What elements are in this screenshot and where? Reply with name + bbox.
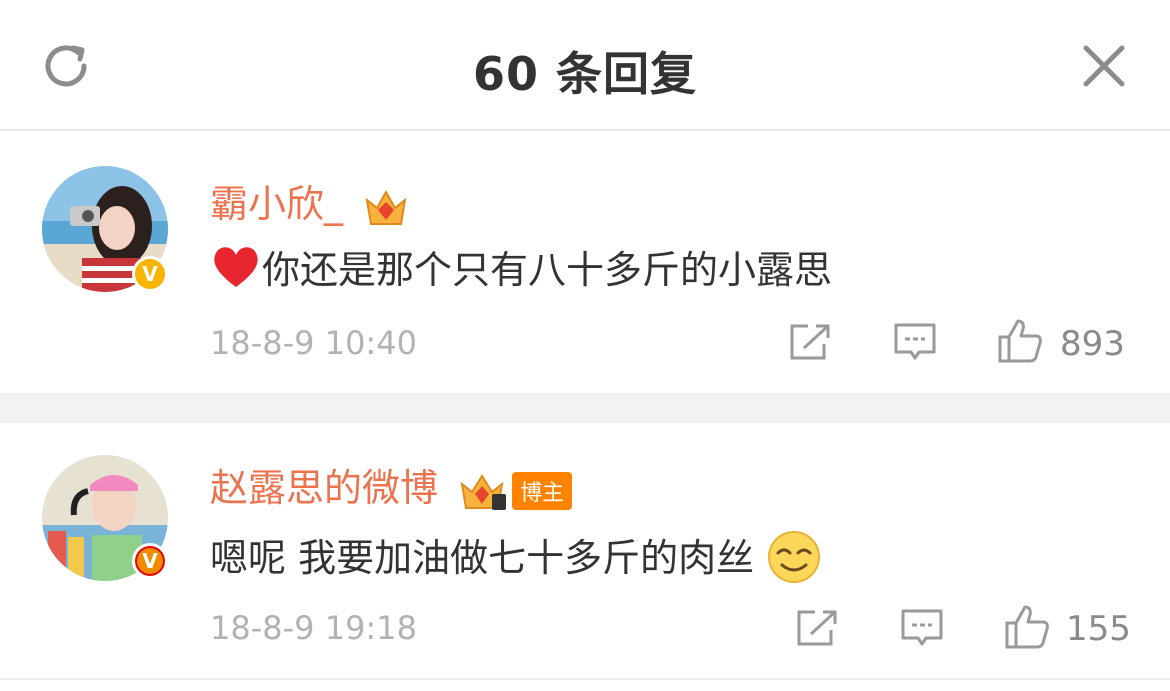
- smile-emoji-icon: [768, 531, 821, 583]
- username-text[interactable]: 赵露思的微博: [210, 466, 438, 510]
- comment-icon[interactable]: [893, 322, 937, 364]
- comment-text-content: 嗯呢 我要加油做七十多斤的肉丝: [210, 536, 755, 580]
- close-icon[interactable]: [1082, 44, 1126, 88]
- username-text[interactable]: 霸小欣_: [210, 182, 343, 226]
- comment-text-content: 你还是那个只有八十多斤的小露思: [262, 248, 833, 292]
- author-tag: 博主: [512, 471, 573, 510]
- comment-icon[interactable]: [900, 608, 944, 650]
- divider: [0, 678, 1170, 680]
- like-count: 155: [1066, 609, 1131, 649]
- like-icon[interactable]: [996, 317, 1044, 365]
- verified-badge-icon: V: [132, 543, 168, 579]
- verified-badge-icon: V: [132, 256, 168, 292]
- comment-time: 18-8-9 10:40: [210, 324, 417, 362]
- page-title: 60 条回复: [472, 47, 698, 101]
- divider: [0, 393, 1170, 423]
- dialog-header: 60 条回复: [0, 0, 1170, 131]
- like-count: 893: [1060, 324, 1125, 364]
- comment-username[interactable]: 霸小欣_: [210, 173, 409, 228]
- comment-item: V 赵露思的微博 博主 嗯呢 我要加油做七十多斤的肉丝 18-8-9 19:18…: [0, 423, 1170, 691]
- comment-text: 嗯呢 我要加油做七十多斤的肉丝: [210, 527, 822, 585]
- repost-icon[interactable]: [788, 322, 832, 362]
- crown-icon: [365, 189, 407, 225]
- comment-time: 18-8-9 19:18: [210, 609, 417, 647]
- comment-text: 你还是那个只有八十多斤的小露思: [210, 239, 832, 294]
- heart-icon: [214, 247, 258, 287]
- comment-username[interactable]: 赵露思的微博 博主: [210, 457, 573, 512]
- comment-item: V 霸小欣_ 你还是那个只有八十多斤的小露思 18-8-9 10:40 893: [0, 131, 1170, 393]
- like-icon[interactable]: [1003, 603, 1051, 651]
- crown-icon: [460, 473, 507, 510]
- repost-icon[interactable]: [795, 608, 839, 648]
